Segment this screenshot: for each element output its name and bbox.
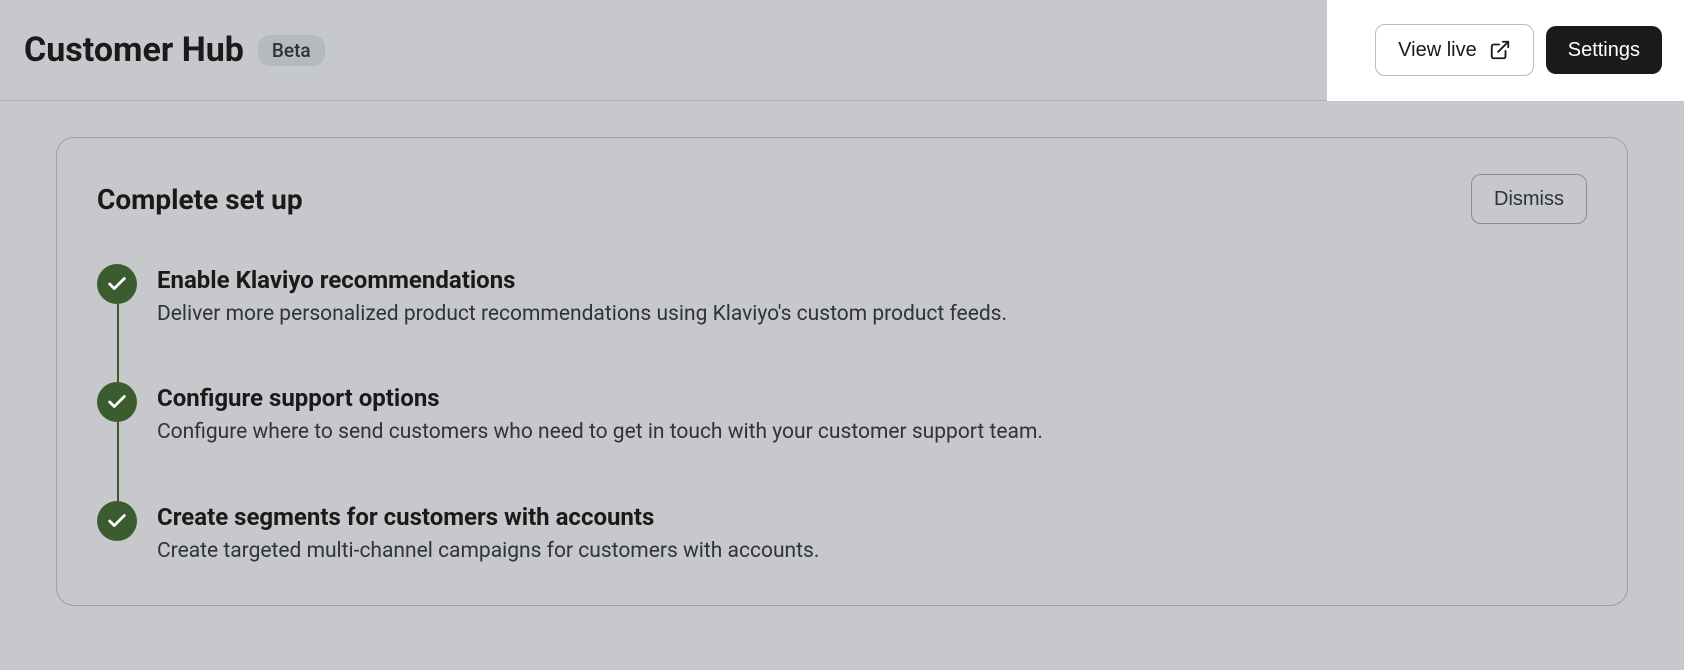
- check-icon: [106, 510, 128, 532]
- step-description: Deliver more personalized product recomm…: [157, 300, 1007, 328]
- step-title: Enable Klaviyo recommendations: [157, 266, 1007, 294]
- step-title: Configure support options: [157, 384, 1043, 412]
- setup-step: Configure support options Configure wher…: [97, 382, 1587, 500]
- step-content: Configure support options Configure wher…: [157, 382, 1043, 446]
- view-live-label: View live: [1398, 40, 1477, 60]
- setup-step: Enable Klaviyo recommendations Deliver m…: [97, 264, 1587, 382]
- step-content: Create segments for customers with accou…: [157, 501, 819, 565]
- step-description: Create targeted multi-channel campaigns …: [157, 537, 819, 565]
- settings-button[interactable]: Settings: [1546, 26, 1662, 74]
- header-left: Customer Hub Beta: [24, 30, 325, 70]
- check-icon: [106, 391, 128, 413]
- dismiss-button[interactable]: Dismiss: [1471, 174, 1587, 224]
- step-complete-indicator: [97, 382, 137, 422]
- beta-badge: Beta: [258, 35, 325, 66]
- card-header: Complete set up Dismiss: [97, 174, 1587, 224]
- step-description: Configure where to send customers who ne…: [157, 418, 1043, 446]
- page-header: Customer Hub Beta View live Settings: [0, 0, 1684, 101]
- step-complete-indicator: [97, 264, 137, 304]
- card-title: Complete set up: [97, 183, 303, 216]
- step-connector: [117, 422, 119, 502]
- setup-step: Create segments for customers with accou…: [97, 501, 1587, 565]
- steps-list: Enable Klaviyo recommendations Deliver m…: [97, 264, 1587, 565]
- page-title: Customer Hub: [24, 30, 244, 70]
- step-connector: [117, 304, 119, 384]
- step-content: Enable Klaviyo recommendations Deliver m…: [157, 264, 1007, 328]
- check-icon: [106, 273, 128, 295]
- step-title: Create segments for customers with accou…: [157, 503, 819, 531]
- step-complete-indicator: [97, 501, 137, 541]
- view-live-button[interactable]: View live: [1375, 24, 1534, 76]
- setup-card: Complete set up Dismiss Enable Klaviyo r…: [56, 137, 1628, 606]
- header-actions: View live Settings: [1327, 0, 1684, 101]
- external-link-icon: [1489, 39, 1511, 61]
